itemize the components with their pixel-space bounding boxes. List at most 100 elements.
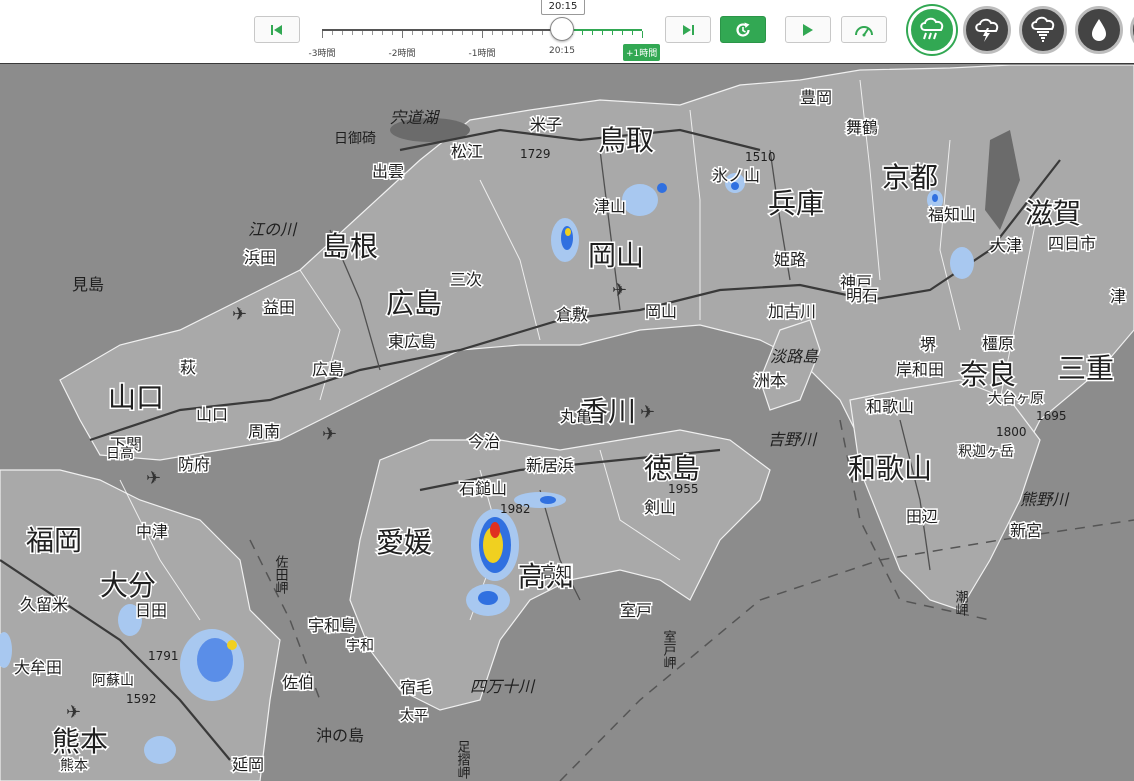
cape-label: 潮岬 — [953, 590, 969, 616]
rain-cell — [950, 247, 974, 279]
city-label: 岡山 — [645, 302, 677, 321]
timeline-toolbar: 20:15 -3時間 -2時間 -1時間 20:15 +1時間 — [0, 0, 1134, 64]
city-label: 大津 — [990, 236, 1022, 255]
city-label: 三次 — [450, 270, 482, 289]
cape-label: 室戸岬 — [661, 629, 677, 669]
slider-tick — [582, 31, 583, 35]
city-label: 佐伯 — [282, 673, 314, 692]
place-label: 明石 — [846, 286, 878, 305]
airport-icon: ✈ — [612, 280, 627, 301]
speedometer-icon — [855, 25, 873, 36]
city-label: 福知山 — [928, 205, 976, 224]
city-label: 岸和田 — [896, 360, 944, 379]
water-label: 吉野川 — [768, 430, 818, 449]
slider-tick — [632, 31, 633, 35]
thunder-layer-button[interactable] — [963, 6, 1011, 54]
place-label: 日高 — [106, 445, 134, 462]
pref-label-fukuoka: 福岡 — [26, 524, 82, 557]
pref-label-kumamoto: 熊本 — [52, 725, 108, 758]
pref-label-hyogo: 兵庫 — [768, 187, 824, 220]
slider-tick — [382, 31, 383, 35]
city-label: 宿毛 — [400, 678, 432, 697]
city-label: 広島 — [312, 360, 344, 379]
rain-cloud-icon — [920, 17, 944, 40]
airport-icon: ✈ — [640, 402, 655, 423]
tick-label-now: 20:15 — [549, 46, 575, 56]
city-label: 姫路 — [774, 250, 806, 269]
slider-tick — [502, 31, 503, 35]
place-label: 津山 — [594, 197, 626, 216]
island-label: 見島 — [72, 275, 104, 294]
city-label: 和歌山 — [866, 397, 914, 416]
pref-label-shiga: 滋賀 — [1025, 197, 1081, 230]
time-slider[interactable]: 20:15 -3時間 -2時間 -1時間 20:15 +1時間 — [309, 0, 661, 64]
peak-label: 1955 — [668, 482, 699, 496]
playback-speed-button[interactable] — [841, 16, 887, 43]
rain-cell — [490, 522, 500, 538]
city-label: 倉敷 — [556, 305, 588, 324]
peak-label: 1982 — [500, 502, 531, 516]
peak-label: 1800 — [996, 425, 1027, 439]
tick-label-plus-1h: +1時間 — [623, 44, 661, 61]
slider-tick — [482, 31, 483, 38]
pref-label-wakayama: 和歌山 — [848, 452, 932, 485]
peak-label: 1729 — [520, 147, 551, 161]
latest-time-button[interactable] — [720, 16, 766, 43]
tornado-layer-button[interactable] — [1019, 6, 1067, 54]
rain-cell — [565, 228, 571, 236]
peak-label: 1592 — [126, 692, 157, 706]
skip-to-start-icon — [271, 24, 282, 35]
city-label: 萩 — [180, 358, 196, 377]
city-label: 久留米 — [20, 595, 68, 614]
city-label: 延岡 — [232, 755, 264, 774]
slider-thumb[interactable] — [550, 17, 574, 41]
skip-to-end-icon — [683, 24, 694, 35]
tick-label-minus-2h: -2時間 — [388, 49, 416, 59]
slider-tick — [352, 31, 353, 35]
airport-icon: ✈ — [322, 424, 337, 445]
pref-label-shimane: 島根 — [322, 230, 378, 263]
skip-to-start-button[interactable] — [254, 16, 300, 43]
slider-tick — [492, 31, 493, 35]
skip-to-end-button[interactable] — [665, 16, 711, 43]
place-label: 熊本 — [60, 758, 88, 774]
city-label: 加古川 — [768, 302, 816, 321]
slider-tick — [372, 31, 373, 35]
slider-tick — [342, 31, 343, 35]
water-label: 宍道湖 — [390, 108, 441, 127]
tornado-cloud-icon — [1031, 16, 1055, 42]
cape-label: 佐田岬 — [273, 555, 289, 594]
play-icon — [803, 23, 813, 36]
city-label: 四日市 — [1048, 234, 1096, 253]
play-button[interactable] — [785, 16, 831, 43]
slider-tick — [542, 31, 543, 35]
city-label: 橿原 — [982, 334, 1014, 353]
slider-tick — [432, 31, 433, 35]
rain-cell — [478, 591, 498, 605]
slider-tick — [362, 31, 363, 35]
thunder-cloud-icon — [975, 18, 999, 42]
cape-label: 日御碕 — [334, 131, 376, 147]
precipitation-layer-button[interactable] — [1075, 6, 1123, 54]
city-label: 日田 — [135, 601, 167, 620]
rain-radar-map[interactable]: 鳥取 島根 広島 岡山 兵庫 京都 滋賀 奈良 三重 山口 香川 徳島 愛媛 高… — [0, 65, 1134, 781]
slider-tick — [642, 31, 643, 38]
city-label: 豊岡 — [800, 88, 832, 107]
pref-label-nara: 奈良 — [960, 358, 1016, 391]
city-label: 堺 — [920, 335, 936, 354]
more-layer-button[interactable] — [1130, 6, 1134, 54]
city-label: 中津 — [136, 522, 168, 541]
slider-tick — [612, 31, 613, 35]
pref-label-yamaguchi: 山口 — [108, 381, 164, 414]
city-label: 防府 — [178, 455, 210, 474]
place-label: 米子 — [530, 115, 562, 134]
city-label: 高知 — [540, 563, 572, 582]
rain-radar-layer-button[interactable] — [908, 6, 956, 54]
city-label: 室戸 — [620, 601, 652, 620]
water-label: 江の川 — [248, 220, 298, 239]
water-label: 淡路島 — [770, 347, 819, 366]
rain-cell — [622, 184, 658, 216]
slider-tick — [332, 31, 333, 35]
slider-tick — [532, 31, 533, 35]
map-canvas[interactable]: 鳥取 島根 広島 岡山 兵庫 京都 滋賀 奈良 三重 山口 香川 徳島 愛媛 高… — [0, 65, 1134, 781]
